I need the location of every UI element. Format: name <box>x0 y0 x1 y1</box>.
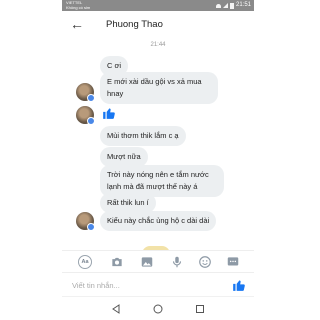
avatar[interactable] <box>76 212 95 231</box>
thumbs-up-icon[interactable] <box>232 278 246 292</box>
emoji-icon[interactable] <box>198 255 212 269</box>
carrier-info: VIETTEL Không có sim <box>66 0 91 10</box>
arrow-left-icon[interactable]: ← <box>70 17 84 31</box>
conversation-header: ← Phuong Thao <box>62 11 254 39</box>
status-bar: VIETTEL Không có sim 21:51 <box>62 0 254 11</box>
sim-status: Không có sim <box>66 4 91 10</box>
conversation-title: Phuong Thao <box>106 19 163 30</box>
message-bubble[interactable]: Mượt nữa <box>100 147 148 167</box>
avatar[interactable] <box>76 83 95 102</box>
text-style-icon[interactable]: Aa <box>78 255 92 269</box>
signal-icon <box>222 3 228 8</box>
message-bubble[interactable]: Kiểu này chắc ủng hộ c dài dài <box>100 211 217 231</box>
composer-toolbar: Aa <box>62 250 254 272</box>
message-list[interactable]: 21:44 C ơi E mới xài dầu gội vs xả mua h… <box>62 39 254 254</box>
microphone-icon[interactable] <box>170 255 184 269</box>
avatar[interactable] <box>76 106 95 125</box>
timestamp: 21:44 <box>150 42 166 48</box>
phone-screen: VIETTEL Không có sim 21:51 ← Phuong Thao… <box>62 0 254 320</box>
camera-icon[interactable] <box>110 255 124 269</box>
recents-square-icon[interactable] <box>194 303 206 315</box>
back-triangle-icon[interactable] <box>110 303 122 315</box>
message-input[interactable] <box>72 278 222 292</box>
message-bubble[interactable]: Rất thik lun í <box>100 193 156 213</box>
message-bubble[interactable]: Mùi thơm thik lắm c ạ <box>100 126 186 146</box>
battery-icon <box>229 2 234 9</box>
thumbs-up-icon[interactable] <box>102 106 116 120</box>
status-time: 21:51 <box>235 2 251 8</box>
status-icons: 21:51 <box>215 1 251 10</box>
wifi-icon <box>215 3 221 8</box>
image-icon[interactable] <box>140 255 154 269</box>
more-icon[interactable] <box>226 255 240 269</box>
screenshot-frame: VIETTEL Không có sim 21:51 ← Phuong Thao… <box>0 0 320 320</box>
message-bubble[interactable]: E mới xài dầu gội vs xả mua hnay <box>100 72 218 104</box>
composer <box>62 272 254 296</box>
home-circle-icon[interactable] <box>152 303 164 315</box>
system-nav-bar <box>62 296 254 320</box>
